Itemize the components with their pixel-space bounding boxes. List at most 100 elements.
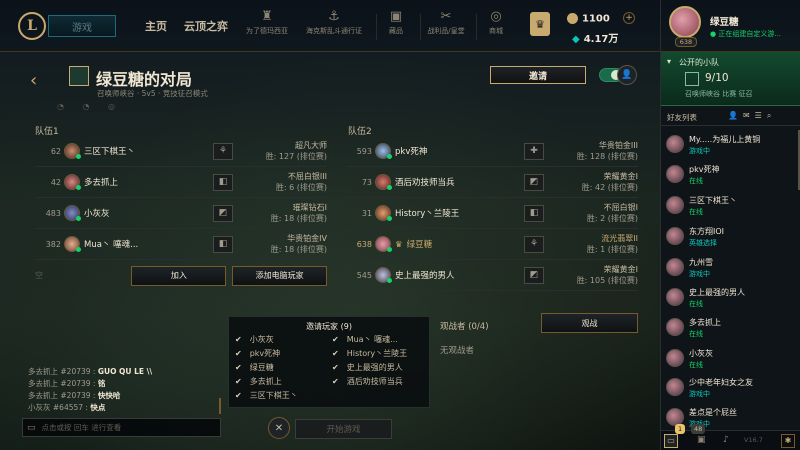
position-icon[interactable]: ⚘ [524,235,544,253]
invited-player: ✔ pkv死神 [235,349,281,358]
nav-pass[interactable]: ⚓ 海克斯乱斗通行证 [304,8,364,46]
nav-store[interactable]: ◎ 商城 [466,8,526,46]
rank-info: 流光翡翠II 胜: 1 (排位赛) [586,234,638,254]
chevron-down-icon[interactable]: ▾ [667,57,671,66]
position-icon: ✚ [524,142,544,160]
team1-player[interactable]: 483 小灰灰 ◩ 璀璨钻石I 胜: 18 (排位赛) [35,198,327,229]
back-arrow-icon[interactable]: ‹ [30,70,37,91]
invite-button[interactable]: 邀请 [490,66,586,84]
friend-item[interactable]: 九州雪 游戏中 [661,253,800,282]
friend-item[interactable]: 东方翔IOI 英雄选择 [661,222,800,251]
friend-item[interactable]: 三区下棋王丶 在线 [661,191,800,220]
bug-report-icon[interactable]: ✱ [781,434,795,448]
invited-player: ✔ 小灰灰 [235,335,274,344]
map-icon [685,72,699,86]
avatar [64,205,81,221]
friends-header: 好友列表 👤✉☰⌕ [661,108,800,126]
be-balance[interactable]: ◆ 4.17万 [572,30,618,45]
invited-player: ✔ 酒后劝技师当兵 [332,377,403,386]
rank-info: 华贵铂金III 胜: 128 (排位赛) [576,141,638,161]
invited-players-panel: 邀请玩家 (9) ✔ 小灰灰 ✔ Mua丶 噻魂... ✔ pkv死神 ✔ Histor… [228,316,430,408]
friend-item[interactable]: My.....为福儿上黄铜 游戏中 [661,130,800,159]
friend-item[interactable]: 小灰灰 在线 [661,344,800,373]
position-icon: ◧ [524,204,544,222]
invited-player: ✔ 史上最强的男人 [332,363,403,372]
party-owner-name: ♛ 绿豆糖 [395,240,433,250]
team2-player[interactable]: 593 pkv死神 ✚ 华贵铂金III 胜: 128 (排位赛) [346,136,638,167]
party-members-icon[interactable]: 👤 [617,65,637,85]
pillar-icon: ♜ [261,9,273,24]
rank-info: 不屈白银III 胜: 6 (排位赛) [275,172,327,192]
chat-icon[interactable]: ▭ [664,434,678,448]
league-logo-icon[interactable]: L [18,12,46,40]
lobby-info-icons: ◔ ◔ ◎ [57,102,124,111]
play-button[interactable]: 游戏 [48,15,116,37]
friend-item[interactable]: 少中老年妇女之友 游戏中 [661,373,800,402]
party-card[interactable]: ▾ 公开的小队 9/10 召唤师峡谷 比赛 征召 [661,52,800,106]
lobby-title: 绿豆糖的对局 [96,70,193,89]
friend-item[interactable]: 多去抓上 在线 [661,313,800,342]
nav-tft[interactable]: 云顶之弈 [184,18,228,34]
team2-player[interactable]: 31 History丶兰陵王 ◧ 不屈白银I 胜: 2 (排位赛) [346,198,638,229]
join-team-button[interactable]: 加入 [131,265,227,286]
team1-player[interactable]: 62 三区下棋王丶 ⚘ 超凡大师 胜: 127 (排位赛) [35,136,327,167]
avatar [64,143,81,159]
position-icon: ⚘ [213,142,233,160]
chat-bubble-icon: ▭ [27,422,36,433]
avatar [375,205,392,221]
video-icon[interactable]: ▣ [697,435,706,445]
check-icon: ✔ [332,363,339,372]
invited-player: ✔ 三区下棋王丶 [235,391,298,400]
level-badge: 638 [675,37,697,47]
friend-action-icons[interactable]: 👤✉☰⌕ [728,111,776,121]
position-icon: ◧ [213,173,233,191]
rp-balance[interactable]: 1100 [567,13,610,25]
avatar [666,318,684,336]
rank-info: 不屈白银I 胜: 2 (排位赛) [586,203,638,223]
team2-player-self[interactable]: 638 ♛ 绿豆糖 ⚘ 流光翡翠II 胜: 1 (排位赛) [346,229,638,260]
avatar [666,288,684,306]
avatar [64,236,81,252]
add-rp-button[interactable]: + [623,12,635,24]
spectate-button[interactable]: 观战 [541,313,638,333]
chat-line: 多去抓上 #20739 : GUO QU LE \\ [28,367,153,376]
start-game-button[interactable]: 开始游戏 [295,419,392,439]
avatar [666,165,684,183]
rp-coin-icon [567,13,578,24]
status-dot-icon: ● [710,30,717,38]
top-nav: L 游戏 主页 云顶之弈 ♜ 为了德玛西亚 ⚓ 海克斯乱斗通行证 ▣ 藏品 ✂ … [0,0,660,52]
rank-info: 璀璨钻石I 胜: 18 (排位赛) [270,203,327,223]
avatar [375,143,392,159]
avatar [666,378,684,396]
chat-log: 多去抓上 #20739 : GUO QU LE \\ 多去抓上 #20739 :… [28,366,218,414]
microphone-icon[interactable]: ♪ [723,435,729,445]
profile-status: ● 正在组建自定义游... [710,30,782,38]
team2-player[interactable]: 73 酒后劝技师当兵 ◩ 荣耀黄金I 胜: 42 (排位赛) [346,167,638,198]
avatar[interactable] [669,6,701,38]
profile-card[interactable]: 638 绿豆糖 ● 正在组建自定义游... [661,0,800,52]
spectators-empty: 无观战者 [440,346,475,356]
friend-item[interactable]: pkv死神 在线 [661,160,800,189]
chat-line: 多去抓上 #20739 : 快快哈 [28,391,121,400]
notification-badge: 1 [675,424,686,434]
check-icon: ✔ [332,349,339,358]
crown-icon: ♛ [395,240,403,250]
avatar [666,349,684,367]
invited-player: ✔ 绿豆糖 [235,363,274,372]
add-bot-button[interactable]: 添加电脑玩家 [232,265,327,286]
empty-slot: 空 加入 添加电脑玩家 [35,260,327,291]
check-icon: ✔ [235,349,242,358]
chat-scrollbar[interactable] [219,398,221,414]
nav-home[interactable]: 主页 [145,18,167,34]
team1-player[interactable]: 42 多去抓上 ◧ 不屈白银III 胜: 6 (排位赛) [35,167,327,198]
rank-info: 华贵铂金IV 胜: 18 (排位赛) [270,234,327,254]
team2-player[interactable]: 545 史上最强的男人 ◩ 荣耀黄金I 胜: 105 (排位赛) [346,260,638,291]
rank-info: 荣耀黄金I 胜: 105 (排位赛) [576,265,638,285]
rank-badge-icon[interactable]: ♛ [530,12,550,36]
nav-demacia[interactable]: ♜ 为了德玛西亚 [237,8,297,46]
chat-input[interactable]: ▭ 点击或按 回车 进行查看 [22,418,221,437]
bilgewater-icon: ⚓ [328,9,340,24]
close-icon[interactable]: ✕ [268,417,290,439]
team1-player[interactable]: 382 Mua丶 噻魂... ◧ 华贵铂金IV 胜: 18 (排位赛) [35,229,327,260]
friend-item[interactable]: 史上最强的男人 在线 [661,283,800,312]
